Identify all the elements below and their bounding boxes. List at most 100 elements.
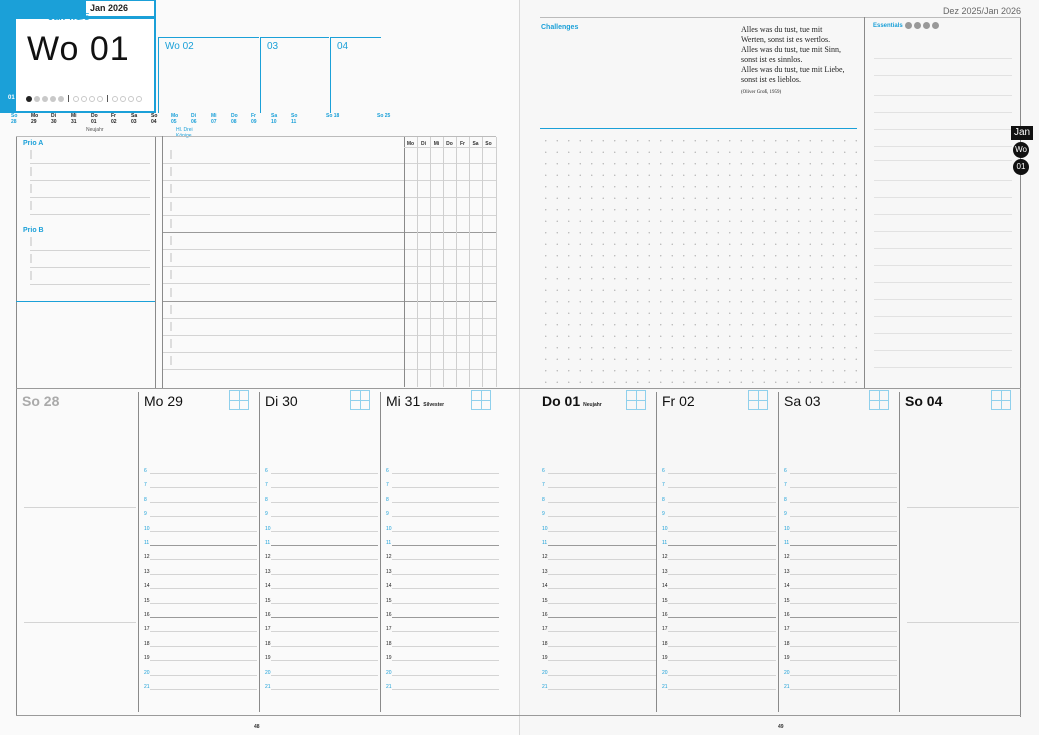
hour-line[interactable] [150,689,257,690]
hour-line[interactable] [392,559,499,560]
day-note-line[interactable] [907,622,1019,623]
hour-line[interactable] [392,574,499,575]
day-strip-item[interactable]: Mo 29 [31,113,51,125]
hour-line[interactable] [392,487,499,488]
essentials-line[interactable] [874,129,1012,130]
hour-line[interactable] [668,660,776,661]
hour-line[interactable] [150,545,257,546]
essentials-line[interactable] [874,58,1012,59]
hour-line[interactable] [790,516,897,517]
day-strip-item[interactable]: So 28 [11,113,31,125]
hour-line[interactable] [790,487,897,488]
prio-line[interactable] [30,284,150,285]
hour-line[interactable] [668,675,776,676]
prio-line[interactable] [30,267,150,268]
prio-line[interactable] [30,180,150,181]
hour-line[interactable] [790,603,897,604]
hour-line[interactable] [150,603,257,604]
hour-line[interactable] [150,588,257,589]
hour-line[interactable] [548,603,656,604]
note-line[interactable] [163,266,496,267]
hour-line[interactable] [790,689,897,690]
note-line[interactable] [163,232,496,233]
hour-line[interactable] [668,516,776,517]
side-tab-month[interactable]: Jan [1011,126,1033,140]
hour-line[interactable] [392,545,499,546]
prio-line[interactable] [30,197,150,198]
grid-view-icon[interactable] [748,390,768,410]
hour-line[interactable] [271,531,378,532]
hour-line[interactable] [668,617,776,618]
day-strip-item[interactable]: So 11 [291,113,311,125]
grid-view-icon[interactable] [229,390,249,410]
hour-line[interactable] [392,689,499,690]
prio-line[interactable] [30,250,150,251]
essential-icon[interactable] [913,22,921,29]
hour-line[interactable] [548,646,656,647]
hour-line[interactable] [790,631,897,632]
prio-line[interactable] [30,214,150,215]
hour-line[interactable] [150,559,257,560]
hour-line[interactable] [668,487,776,488]
hour-line[interactable] [790,660,897,661]
dot-grid-area[interactable] [540,135,860,385]
essentials-line[interactable] [874,350,1012,351]
hour-line[interactable] [392,516,499,517]
hour-line[interactable] [548,675,656,676]
hour-line[interactable] [548,531,656,532]
note-line[interactable] [163,197,496,198]
hour-line[interactable] [150,487,257,488]
hour-line[interactable] [668,531,776,532]
hour-line[interactable] [392,660,499,661]
hour-line[interactable] [668,559,776,560]
essentials-line[interactable] [874,299,1012,300]
day-strip-item[interactable]: Mi 31 [71,113,91,125]
hour-line[interactable] [150,516,257,517]
note-line[interactable] [163,369,496,370]
hour-line[interactable] [548,588,656,589]
hour-line[interactable] [548,660,656,661]
hour-line[interactable] [790,617,897,618]
essentials-line[interactable] [874,197,1012,198]
hour-line[interactable] [790,675,897,676]
hour-line[interactable] [271,675,378,676]
hour-line[interactable] [271,502,378,503]
hour-line[interactable] [548,631,656,632]
grid-view-icon[interactable] [626,390,646,410]
essentials-line[interactable] [874,214,1012,215]
essentials-line[interactable] [874,160,1012,161]
hour-line[interactable] [392,631,499,632]
note-line[interactable] [163,352,496,353]
hour-line[interactable] [392,531,499,532]
hour-line[interactable] [790,646,897,647]
hour-line[interactable] [392,473,499,474]
hour-line[interactable] [150,574,257,575]
hour-line[interactable] [548,559,656,560]
hour-line[interactable] [271,559,378,560]
hour-line[interactable] [271,603,378,604]
day-strip-item[interactable]: Di 30 [51,113,71,125]
essentials-line[interactable] [874,112,1012,113]
hour-line[interactable] [668,646,776,647]
hour-line[interactable] [548,545,656,546]
hour-line[interactable] [668,631,776,632]
essentials-line[interactable] [874,180,1012,181]
hour-line[interactable] [790,588,897,589]
hour-line[interactable] [271,588,378,589]
note-line[interactable] [163,249,496,250]
note-line[interactable] [163,283,496,284]
hour-line[interactable] [790,531,897,532]
hour-line[interactable] [668,603,776,604]
hour-line[interactable] [392,675,499,676]
hour-line[interactable] [548,487,656,488]
hour-line[interactable] [271,473,378,474]
hour-line[interactable] [271,487,378,488]
hour-line[interactable] [392,646,499,647]
hour-line[interactable] [150,473,257,474]
essential-icon[interactable] [931,22,939,29]
day-note-line[interactable] [24,507,136,508]
hour-line[interactable] [548,473,656,474]
prio-line[interactable] [30,163,150,164]
hour-line[interactable] [271,574,378,575]
essentials-line[interactable] [874,95,1012,96]
